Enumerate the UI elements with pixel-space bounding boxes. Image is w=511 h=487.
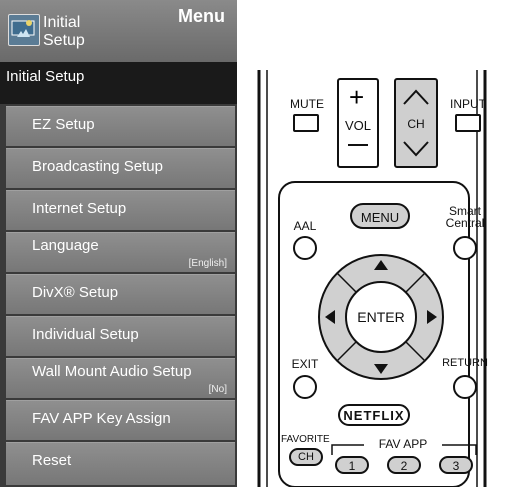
menu-item-label: FAV APP Key Assign (32, 410, 171, 427)
menu-item-label: Internet Setup (32, 200, 127, 217)
setup-icon (8, 14, 40, 46)
smart-central-button[interactable] (453, 236, 477, 260)
ch-label: CH (407, 117, 425, 131)
menu-item-reset[interactable]: Reset (6, 442, 235, 485)
remote-control: MUTE + VOL CH INPUT AAL MENU Smart Centr… (237, 0, 511, 487)
fav-app-label: FAV APP (378, 437, 428, 451)
exit-button[interactable] (293, 375, 317, 399)
menu-item-label: Language (32, 237, 99, 254)
volume-rocker[interactable]: + VOL (337, 78, 379, 168)
section-title: Initial Setup (0, 62, 237, 104)
menu-button[interactable]: MENU (350, 203, 410, 229)
header-menu-label: Menu (178, 6, 225, 26)
smart-central-label: Smart Central (441, 205, 489, 229)
menu-item-value: [No] (208, 384, 227, 395)
menu-item-label: EZ Setup (32, 116, 95, 133)
vol-label: VOL (344, 118, 371, 133)
header-title-line1: Initial (43, 14, 81, 31)
arrow-up-icon[interactable] (374, 260, 388, 270)
enter-button[interactable]: ENTER (356, 309, 406, 325)
fav-app-button-label: 1 (348, 459, 356, 473)
arrow-right-icon[interactable] (427, 310, 437, 324)
menu-item-divx-setup[interactable]: DivX® Setup (6, 274, 235, 314)
arrow-down-icon[interactable] (374, 364, 388, 374)
return-button[interactable] (453, 375, 477, 399)
mute-button[interactable] (293, 114, 319, 132)
favorite-ch-label: CH (298, 451, 314, 463)
fav-app-button-label: 2 (400, 459, 408, 473)
fav-app-button-2[interactable]: 2 (387, 456, 421, 474)
menu-item-label: DivX® Setup (32, 284, 119, 301)
channel-rocker[interactable]: CH (394, 78, 438, 168)
exit-label: EXIT (291, 357, 319, 371)
input-button[interactable] (455, 114, 481, 132)
netflix-logo: NETFLIX (343, 408, 405, 423)
tv-menu-panel: Initial Setup Menu Initial Setup EZ Setu… (0, 0, 237, 487)
menu-item-wall-mount-audio-setup[interactable]: Wall Mount Audio Setup [No] (6, 358, 235, 398)
menu-item-internet-setup[interactable]: Internet Setup (6, 190, 235, 230)
menu-item-label: Reset (32, 452, 72, 469)
favorite-label: FAVORITE (281, 434, 330, 445)
header-title-line2: Setup (43, 32, 85, 49)
menu-item-label: Broadcasting Setup (32, 158, 163, 175)
menu-item-individual-setup[interactable]: Individual Setup (6, 316, 235, 356)
arrow-left-icon[interactable] (325, 310, 335, 324)
favorite-ch-button[interactable]: CH (289, 448, 323, 466)
aal-button[interactable] (293, 236, 317, 260)
menu-item-fav-app-key-assign[interactable]: FAV APP Key Assign (6, 400, 235, 440)
menu-item-ez-setup[interactable]: EZ Setup (6, 106, 235, 146)
aal-label: AAL (293, 219, 317, 233)
fav-app-button-1[interactable]: 1 (335, 456, 369, 474)
return-label: RETURN (442, 357, 488, 369)
menu-item-label: Individual Setup (32, 326, 139, 343)
input-label: INPUT (450, 97, 486, 111)
fav-app-button-label: 3 (452, 459, 460, 473)
menu-item-broadcasting-setup[interactable]: Broadcasting Setup (6, 148, 235, 188)
header-title: Initial Setup (43, 14, 85, 50)
menu-header: Initial Setup Menu (0, 0, 237, 63)
menu-item-value: [English] (188, 258, 227, 269)
mute-label: MUTE (290, 97, 324, 111)
menu-item-label: Wall Mount Audio Setup (32, 363, 192, 380)
fav-app-button-3[interactable]: 3 (439, 456, 473, 474)
smart-central-label-line2: Central (445, 216, 485, 230)
netflix-button[interactable]: NETFLIX (338, 404, 410, 426)
menu-item-language[interactable]: Language [English] (6, 232, 235, 272)
volume-down-icon[interactable] (348, 144, 368, 146)
menu-button-label: MENU (360, 210, 400, 225)
volume-up-icon[interactable]: + (349, 84, 364, 110)
